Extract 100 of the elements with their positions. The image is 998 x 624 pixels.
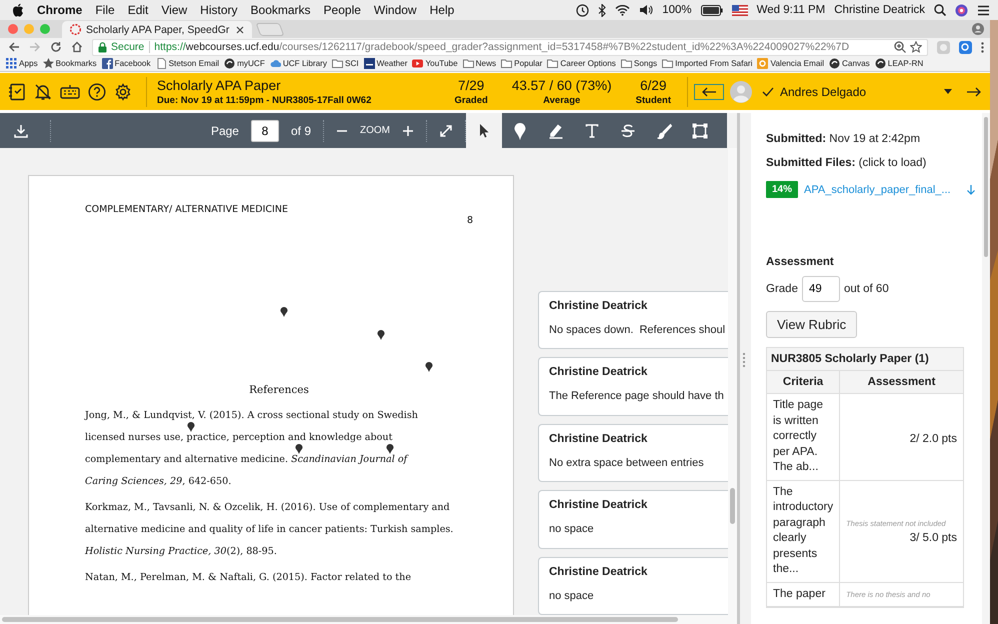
comment-card[interactable]: Christine Deatrick The Reference page should have th (538, 357, 728, 416)
bookmark-item[interactable]: LEAP-RN (874, 58, 924, 69)
comment-author: Christine Deatrick (549, 432, 648, 445)
bookmark-item[interactable]: Stetson Email (156, 58, 220, 69)
clock-icon[interactable] (576, 4, 590, 16)
user-name[interactable]: Christine Deatrick (834, 4, 925, 16)
arrow-right-icon[interactable] (966, 86, 982, 96)
bookmark-item[interactable]: Apps (6, 58, 38, 69)
pointer-tool[interactable] (466, 113, 502, 148)
menu-item[interactable]: File (95, 3, 115, 17)
clock-text[interactable]: Wed 9:11 PM (756, 4, 826, 16)
stat-value: 7/29 (457, 78, 486, 92)
swirl-icon (829, 58, 840, 69)
bookmark-item[interactable]: myUCF (224, 58, 265, 69)
bookmark-item[interactable]: Popular (501, 58, 542, 69)
caret-icon (944, 89, 952, 94)
bookmark-item[interactable]: Songs (620, 58, 658, 69)
menu-item[interactable]: View (161, 3, 188, 17)
comment-card[interactable]: Christine Deatrick no space (538, 490, 728, 549)
bookmark-item[interactable]: Imported From Safari (662, 58, 752, 69)
comment-text: no space (549, 523, 595, 536)
menu-item[interactable]: People (324, 3, 361, 17)
grade-label: Grade (766, 283, 798, 295)
reference-line: Jong, M., & Lundqvist, V. (2015). A cross sectional study on Swedish (85, 410, 419, 422)
annotation-pin-icon[interactable] (377, 330, 385, 340)
more-icon[interactable] (981, 42, 984, 52)
keyboard-icon[interactable] (60, 82, 80, 100)
apple-icon[interactable] (12, 3, 24, 17)
settings-icon[interactable] (114, 82, 132, 100)
bookmark-item[interactable]: YouTube (412, 58, 458, 69)
folder-icon (462, 58, 474, 69)
bluetooth-icon[interactable] (598, 4, 606, 16)
annotation-pin-icon[interactable] (295, 444, 303, 454)
column-header: Criteria (767, 371, 840, 394)
facebook-icon (102, 58, 113, 69)
scrollbar-thumb[interactable] (984, 117, 988, 257)
student-select[interactable]: Andres Delgado (758, 84, 960, 98)
file-link[interactable]: APA_scholarly_paper_final_... (804, 184, 951, 196)
home-icon[interactable] (71, 41, 83, 53)
grade-field[interactable]: 49 (802, 276, 840, 302)
text-icon (583, 122, 601, 140)
bookmark-item[interactable]: Valencia Email (757, 58, 824, 69)
annotation-pin-icon[interactable] (280, 307, 288, 317)
expand-icon[interactable] (439, 124, 453, 138)
comment-card[interactable]: Christine Deatrick no space (538, 556, 728, 615)
zoom-in-icon[interactable] (402, 124, 414, 136)
bookmark-item[interactable]: Weather (364, 58, 408, 69)
help-icon[interactable] (88, 82, 106, 100)
folder-icon (620, 58, 632, 69)
zoom-icon[interactable] (894, 41, 906, 53)
url-text[interactable]: https://webcourses.ucf.edu/courses/1262117/gradebook/speed_grader?assignment_id=5317458#%7B%22student_id%22%3A%224009027%22%7D (154, 41, 850, 53)
search-icon[interactable] (934, 4, 946, 16)
wifi-icon[interactable] (615, 4, 630, 16)
submitted-files-label: Submitted Files: (click to load) (766, 157, 928, 169)
app-menu[interactable]: Chrome (37, 3, 82, 17)
highlighter-icon (547, 122, 565, 140)
close-icon[interactable] (236, 26, 244, 34)
bookmark-item[interactable]: SCI (332, 58, 359, 69)
browser-tab[interactable]: Scholarly APA Paper, SpeedGr (62, 21, 252, 38)
list-icon[interactable] (977, 4, 990, 16)
menu-item[interactable]: Edit (128, 3, 148, 17)
flag-icon[interactable] (732, 4, 748, 16)
profile-icon[interactable] (972, 23, 984, 35)
reload-icon[interactable] (50, 41, 62, 53)
back-icon[interactable] (8, 41, 20, 53)
criteria-cell: The introductory paragraph clearly presents the... (767, 480, 840, 582)
speaker-icon[interactable] (639, 4, 654, 16)
stat-value: 43.57 / 60 (73%) (512, 78, 612, 92)
annotation-pin-icon[interactable] (425, 362, 433, 372)
download-icon[interactable] (966, 184, 976, 196)
reference-line: licensed nurses use, practice, perception and knowledge about (85, 432, 394, 444)
bookmark-item[interactable]: Career Options (547, 58, 616, 69)
star-icon[interactable] (910, 41, 922, 53)
bookmark-item[interactable]: News (462, 58, 496, 69)
bookmark-item[interactable]: Facebook (102, 58, 151, 69)
resize-handle[interactable] (737, 113, 751, 624)
page-field[interactable]: 8 (250, 120, 279, 142)
menu-item[interactable]: Window (374, 3, 417, 17)
bookmark-item[interactable]: UCF Library (270, 58, 327, 69)
menu-item[interactable]: Help (430, 3, 454, 17)
score-text: 2/ 2.0 pts (908, 432, 957, 445)
bookmark-item[interactable]: Canvas (829, 58, 870, 69)
menu-item[interactable]: Bookmarks (250, 3, 311, 17)
orb-icon[interactable] (955, 4, 968, 16)
bell-off-icon[interactable] (34, 82, 52, 100)
menu-item[interactable]: History (200, 3, 238, 17)
gradebook-icon[interactable] (8, 82, 26, 100)
bookmark-item[interactable]: Bookmarks (42, 58, 97, 69)
battery-icon[interactable] (700, 4, 723, 16)
comment-card[interactable]: Christine Deatrick No extra space between entries (538, 424, 728, 482)
annotation-pin-icon[interactable] (386, 444, 394, 454)
comment-card[interactable]: Christine Deatrick No spaces down. References shoul (538, 291, 728, 350)
annotation-pin-icon[interactable] (187, 422, 195, 432)
comment-text: no space (549, 590, 595, 602)
view-rubric-button[interactable]: View Rubric (766, 311, 858, 338)
scrollbar-thumb[interactable] (730, 488, 735, 524)
previous-student-button[interactable] (694, 84, 724, 100)
extension-icon[interactable] (959, 40, 972, 54)
scrollbar-thumb[interactable] (2, 617, 678, 622)
play-icon (412, 58, 424, 69)
